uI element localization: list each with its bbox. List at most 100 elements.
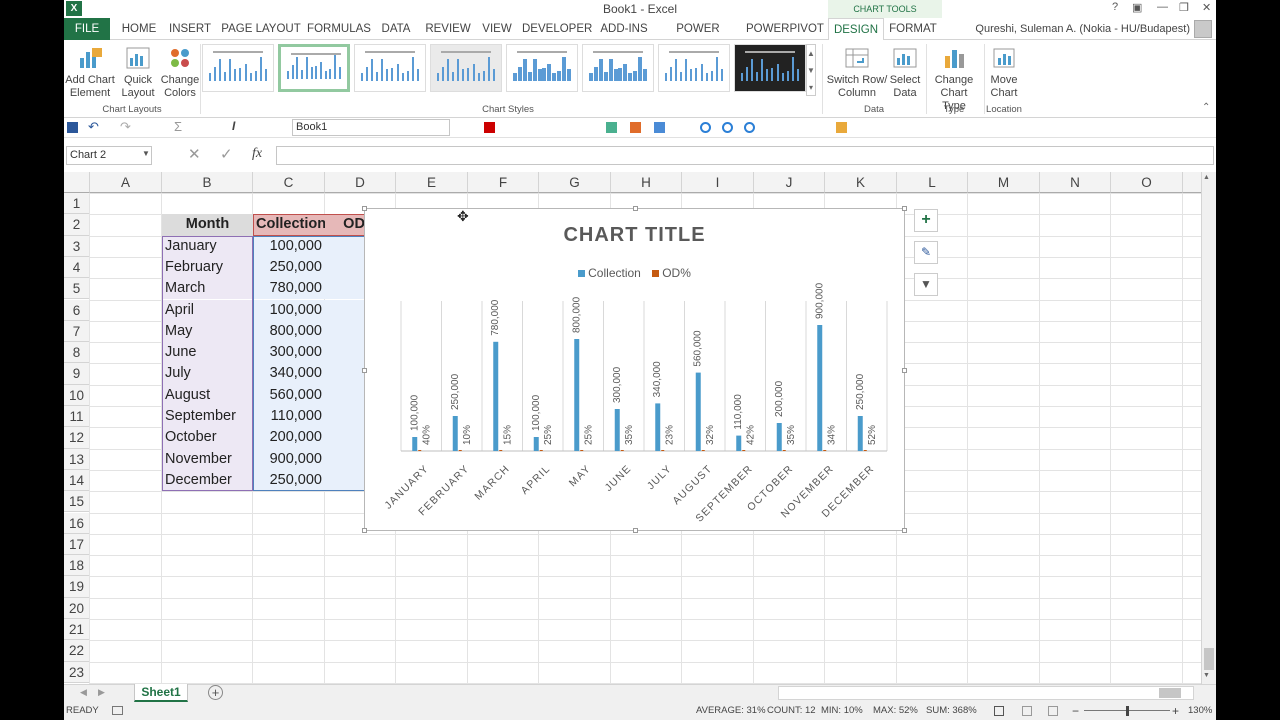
formula-input[interactable]	[276, 146, 1214, 165]
chart-styles-brush-icon[interactable]: ✎	[914, 241, 938, 264]
row-header[interactable]: 22	[64, 640, 90, 662]
data-label-collection[interactable]: 100,000	[531, 394, 542, 431]
row-header[interactable]: 14	[64, 469, 90, 492]
category-label[interactable]: MAY	[567, 463, 594, 490]
bar-collection[interactable]	[533, 437, 539, 451]
column-header[interactable]: A	[90, 172, 162, 193]
row-header[interactable]: 11	[64, 406, 90, 428]
tab-insert[interactable]: INSERT	[164, 18, 216, 40]
row-header[interactable]: 2	[64, 214, 90, 236]
data-label-collection[interactable]: 780,000	[490, 299, 501, 336]
chart-style-5[interactable]	[506, 44, 578, 92]
clipboard-icon[interactable]	[836, 122, 847, 133]
normal-view-icon[interactable]	[994, 706, 1004, 716]
tab-format[interactable]: FORMAT	[886, 18, 940, 40]
row-header[interactable]: 17	[64, 533, 90, 556]
change-chart-type-button[interactable]: Change Chart Type	[928, 46, 980, 113]
bar-od[interactable]	[458, 450, 462, 451]
circle-arrow-icon[interactable]	[744, 122, 755, 133]
category-label[interactable]: APRIL	[519, 463, 553, 497]
vertical-scrollbar[interactable]: ▲ ▼	[1201, 172, 1216, 684]
bar-collection[interactable]	[776, 423, 782, 451]
tab-view[interactable]: VIEW	[480, 18, 514, 40]
page-layout-view-icon[interactable]	[1022, 706, 1032, 716]
data-label-od[interactable]: 42%	[745, 425, 756, 445]
data-label-od[interactable]: 32%	[705, 425, 716, 445]
data-label-collection[interactable]: 110,000	[733, 394, 744, 430]
data-label-collection[interactable]: 560,000	[693, 330, 704, 367]
chart-style-2[interactable]	[278, 44, 350, 92]
bar-od[interactable]	[863, 450, 867, 451]
bar-collection[interactable]	[614, 409, 620, 451]
row-header[interactable]: 4	[64, 256, 90, 279]
row-header[interactable]: 23	[64, 661, 90, 683]
zoom-level[interactable]: 130%	[1188, 702, 1212, 720]
data-label-od[interactable]: 23%	[664, 425, 675, 445]
data-label-collection[interactable]: 300,000	[612, 366, 623, 403]
save-icon[interactable]	[67, 122, 78, 133]
row-header[interactable]: 10	[64, 384, 90, 406]
next-sheet-icon[interactable]: ▶	[98, 687, 105, 698]
prev-sheet-icon[interactable]: ◀	[80, 687, 87, 698]
bar-od[interactable]	[418, 450, 422, 451]
resize-handle[interactable]	[362, 206, 367, 211]
move-chart-button[interactable]: Move Chart	[986, 46, 1022, 100]
data-label-collection[interactable]: 340,000	[652, 361, 663, 398]
minimize-icon[interactable]: —	[1157, 1, 1168, 13]
tab-data[interactable]: DATA	[376, 18, 416, 40]
close-icon[interactable]: ✕	[1202, 1, 1211, 14]
tab-page-layout[interactable]: PAGE LAYOUT	[220, 18, 302, 40]
column-header[interactable]: I	[682, 172, 754, 193]
data-label-collection[interactable]: 200,000	[774, 380, 785, 417]
data-label-od[interactable]: 10%	[462, 425, 473, 445]
bar-od[interactable]	[701, 450, 705, 451]
resize-handle[interactable]	[902, 368, 907, 373]
column-header[interactable]: D	[325, 172, 396, 193]
row-header[interactable]: 18	[64, 555, 90, 577]
column-header[interactable]: M	[968, 172, 1040, 193]
fill-blue-icon[interactable]	[654, 122, 665, 133]
resize-handle[interactable]	[902, 528, 907, 533]
resize-handle[interactable]	[362, 368, 367, 373]
row-header[interactable]: 19	[64, 576, 90, 598]
page-break-view-icon[interactable]	[1048, 706, 1058, 716]
name-box[interactable]: Chart 2	[66, 146, 152, 165]
row-header[interactable]: 20	[64, 597, 90, 619]
data-label-collection[interactable]: 800,000	[571, 296, 582, 333]
scroll-up-icon[interactable]: ▲	[1203, 174, 1210, 181]
ribbon-display-icon[interactable]: ▣	[1132, 1, 1142, 14]
tab-file[interactable]: FILE	[64, 18, 110, 40]
tab-power-query[interactable]: POWER QUERY	[658, 18, 738, 57]
restore-icon[interactable]: ❐	[1179, 1, 1189, 14]
bar-od[interactable]	[823, 450, 827, 451]
circle-arrow-icon[interactable]	[700, 122, 711, 133]
row-header[interactable]: 5	[64, 278, 90, 300]
resize-handle[interactable]	[902, 206, 907, 211]
tab-formulas[interactable]: FORMULAS	[306, 18, 372, 40]
column-header[interactable]: L	[897, 172, 968, 193]
scroll-thumb[interactable]	[1204, 648, 1214, 670]
chart-style-4[interactable]	[430, 44, 502, 92]
resize-handle[interactable]	[633, 528, 638, 533]
category-label[interactable]: JUNE	[603, 463, 634, 494]
avatar[interactable]	[1194, 20, 1212, 38]
column-header[interactable]: P	[1183, 172, 1201, 193]
category-label[interactable]: JULY	[645, 463, 674, 492]
chart-style-1[interactable]	[202, 44, 274, 92]
tab-developer[interactable]: DEVELOPER	[522, 18, 592, 40]
sheet-tab-sheet1[interactable]: Sheet1	[134, 684, 188, 702]
row-header[interactable]: 16	[64, 512, 90, 534]
add-sheet-icon[interactable]: +	[208, 685, 223, 700]
gallery-scroll[interactable]: ▲ ▼ ▾	[806, 44, 816, 96]
select-data-button[interactable]: Select Data	[888, 46, 922, 100]
data-label-collection[interactable]: 900,000	[814, 282, 825, 319]
row-header[interactable]: 12	[64, 427, 90, 449]
fill-green-icon[interactable]	[606, 122, 617, 133]
row-header[interactable]: 8	[64, 342, 90, 364]
row-header[interactable]: 7	[64, 320, 90, 343]
enter-icon[interactable]: ✓	[220, 145, 233, 163]
chart-filter-icon[interactable]: ▼	[914, 273, 938, 296]
chart-style-7[interactable]	[658, 44, 730, 92]
tab-home[interactable]: HOME	[116, 18, 162, 40]
font-color-icon[interactable]	[484, 122, 495, 133]
